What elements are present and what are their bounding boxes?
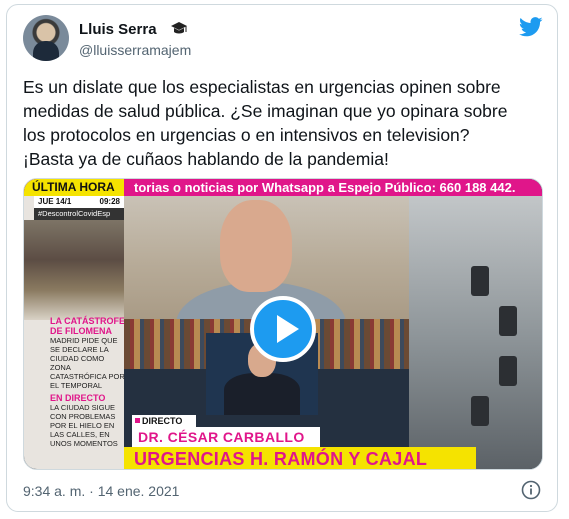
anchor-body	[224, 373, 300, 415]
side-title: LA CATÁSTROFE DE FILOMENA	[50, 316, 125, 336]
side-text-1: MADRID PIDE QUE SE DECLARE LA CIUDAD COM…	[50, 336, 125, 390]
tweet-text-line: Es un dislate que los especialistas en u…	[23, 77, 501, 97]
guest-head	[220, 200, 292, 292]
infusion-pump	[471, 266, 489, 296]
side-title-2: EN DIRECTO	[50, 393, 106, 403]
author-name[interactable]: Lluis Serra	[79, 21, 157, 38]
video-player[interactable]: LA CATÁSTROFE DE FILOMENA MADRID PIDE QU…	[23, 178, 543, 470]
video-time: 09:28	[99, 197, 120, 206]
tweet-text-line: los protocolos en urgencias o en intensi…	[23, 125, 470, 145]
graduation-cap-icon	[171, 22, 187, 34]
author-handle[interactable]: @lluisserramajem	[79, 42, 191, 58]
tweet-text: Es un dislate que los especialistas en u…	[23, 75, 543, 171]
live-label: DIRECTO	[132, 415, 196, 427]
icu-image	[409, 196, 542, 469]
infusion-pump	[499, 356, 517, 386]
tweet-text-line: ¡Basta ya de cuñaos hablando de la pande…	[23, 149, 389, 169]
breaking-news-label: ÚLTIMA HORA	[24, 179, 124, 196]
tweet-card: Lluis Serra @lluisserramajem Es un disla…	[6, 4, 558, 512]
hashtag-label: #DescontrolCovidEsp	[34, 208, 124, 220]
play-button[interactable]	[250, 296, 316, 362]
tweet-timestamp[interactable]: 9:34 a. m. · 14 ene. 2021	[23, 483, 179, 499]
avatar[interactable]	[23, 15, 69, 61]
guest-affiliation-caption: URGENCIAS H. RAMÓN Y CAJAL	[124, 447, 476, 469]
infusion-pump	[471, 396, 489, 426]
date-band: JUE 14/1 09:28	[34, 196, 124, 208]
guest-name-caption: DR. CÉSAR CARBALLO	[132, 427, 320, 447]
video-date: JUE 14/1	[38, 197, 72, 206]
tweet-text-line: medidas de salud pública. ¿Se imaginan q…	[23, 101, 508, 121]
twitter-bird-icon[interactable]	[519, 17, 543, 37]
info-icon[interactable]	[521, 480, 541, 500]
tweet-header: Lluis Serra @lluisserramajem	[23, 15, 543, 63]
side-news-text: LA CATÁSTROFE DE FILOMENA MADRID PIDE QU…	[50, 316, 126, 448]
side-text-2: LA CIUDAD SIGUE CON PROBLEMAS POR EL HIE…	[50, 403, 118, 448]
infusion-pump	[499, 306, 517, 336]
snow-photo	[24, 220, 124, 320]
news-side-panel: LA CATÁSTROFE DE FILOMENA MADRID PIDE QU…	[24, 196, 126, 469]
